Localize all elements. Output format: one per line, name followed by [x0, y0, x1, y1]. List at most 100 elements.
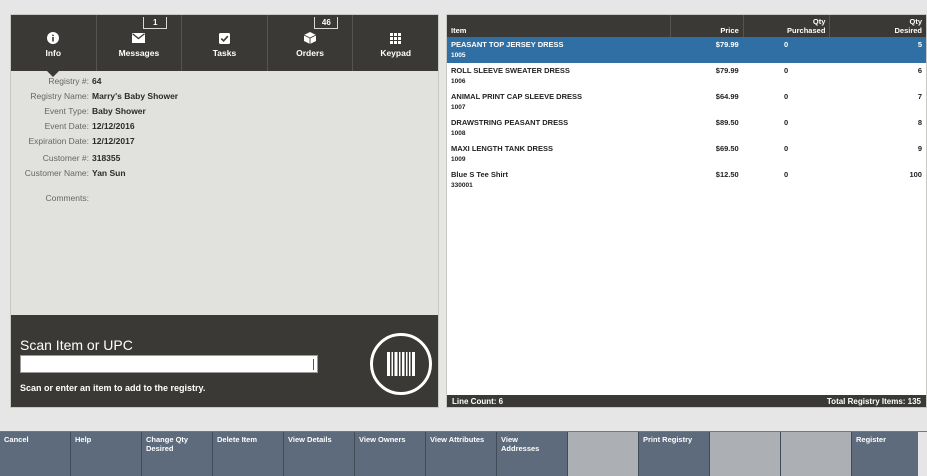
item-qty-purchased: 0 [783, 118, 789, 127]
item-qty-desired: 9 [917, 144, 922, 153]
help-button[interactable]: Help [71, 432, 142, 476]
item-price: $69.50 [715, 144, 739, 153]
table-row[interactable]: DRAWSTRING PEASANT DRESS 1008 $89.50 0 8 [447, 115, 926, 141]
registry-items-panel: Item Price Qty Purchased Qty Desired PEA… [446, 14, 927, 408]
view-details-button[interactable]: View Details [284, 432, 355, 476]
event-date-label: Event Date: [44, 121, 89, 131]
item-qty-purchased: 0 [783, 144, 789, 153]
item-sku: 330001 [451, 182, 473, 189]
customer-number-row: Customer #: 318355 [11, 153, 121, 163]
table-row[interactable]: ANIMAL PRINT CAP SLEEVE DRESS 1007 $64.99… [447, 89, 926, 115]
empty-button-slot[interactable] [710, 432, 781, 476]
table-row[interactable]: MAXI LENGTH TANK DRESS 1009 $69.50 0 9 [447, 141, 926, 167]
col-item-header[interactable]: Item [447, 15, 670, 37]
item-price: $79.99 [715, 66, 739, 75]
item-sku: 1008 [451, 130, 466, 137]
tab-orders-label: Orders [296, 48, 325, 58]
tab-keypad-label: Keypad [380, 48, 412, 58]
customer-name-row: Customer Name: Yan Sun [11, 168, 126, 178]
total-registry-items: Total Registry Items: 135 [826, 396, 921, 406]
orders-count-badge: 46 [314, 17, 339, 29]
event-date-value: 12/12/2016 [92, 121, 135, 131]
empty-button-slot[interactable] [781, 432, 852, 476]
item-sku: 1006 [451, 78, 466, 85]
event-type-row: Event Type: Baby Shower [11, 106, 146, 116]
view-addresses-line1: View [501, 435, 518, 444]
checkbox-icon [182, 31, 267, 45]
item-qty-desired: 7 [917, 92, 922, 101]
messages-count-badge: 1 [143, 17, 168, 29]
qty-desired-header-line1: Qty [909, 17, 923, 26]
registry-name-value: Marry's Baby Shower [92, 91, 179, 101]
tab-info-label: Info [45, 48, 62, 58]
empty-button-slot[interactable] [568, 432, 639, 476]
item-qty-purchased: 0 [783, 40, 789, 49]
view-addresses-button[interactable]: View Addresses [497, 432, 568, 476]
registry-name-row: Registry Name: Marry's Baby Shower [11, 91, 178, 101]
scan-item-input[interactable] [20, 355, 318, 373]
col-qty-purchased-header[interactable]: Qty Purchased [742, 15, 830, 37]
item-name: Blue S Tee Shirt [451, 170, 508, 179]
item-sku: 1005 [451, 52, 466, 59]
barcode-scan-icon[interactable] [370, 333, 432, 395]
tab-orders[interactable]: 46 Orders [266, 15, 353, 71]
item-qty-desired: 100 [909, 170, 922, 179]
box-icon [268, 31, 353, 45]
keypad-icon [353, 31, 438, 45]
view-addresses-line2: Addresses [501, 444, 540, 453]
customer-number-label: Customer #: [42, 153, 89, 163]
change-qty-desired-button[interactable]: Change Qty Desired [142, 432, 213, 476]
tab-bar: Info 1 Messages Tasks 46 Orders Keypad [11, 15, 438, 77]
tab-messages[interactable]: 1 Messages [95, 15, 182, 71]
item-qty-purchased: 0 [783, 170, 789, 179]
item-price: $12.50 [715, 170, 739, 179]
envelope-icon [97, 31, 182, 45]
table-row[interactable]: PEASANT TOP JERSEY DRESS 1005 $79.99 0 5 [447, 37, 926, 63]
col-qty-desired-header[interactable]: Qty Desired [829, 15, 926, 37]
registry-number-row: Registry #: 64 [11, 76, 101, 86]
table-row[interactable]: Blue S Tee Shirt 330001 $12.50 0 100 [447, 167, 926, 193]
item-name: ANIMAL PRINT CAP SLEEVE DRESS [451, 92, 582, 101]
item-sku: 1009 [451, 156, 466, 163]
tab-info[interactable]: Info [11, 15, 96, 77]
scan-item-section: Scan Item or UPC Scan or enter an item t… [11, 315, 438, 407]
item-qty-desired: 8 [917, 118, 922, 127]
item-price: $79.99 [715, 40, 739, 49]
item-price: $89.50 [715, 118, 739, 127]
view-owners-button[interactable]: View Owners [355, 432, 426, 476]
tab-keypad[interactable]: Keypad [352, 15, 438, 71]
item-qty-desired: 6 [917, 66, 922, 75]
tab-tasks-label: Tasks [212, 48, 237, 58]
event-type-value: Baby Shower [92, 106, 146, 116]
event-type-label: Event Type: [44, 106, 89, 116]
register-button[interactable]: Register [852, 432, 918, 476]
customer-name-value: Yan Sun [92, 168, 126, 178]
items-table-header: Item Price Qty Purchased Qty Desired [447, 15, 926, 37]
comments-row: Comments: [11, 193, 89, 203]
col-price-header[interactable]: Price [670, 15, 743, 37]
item-name: ROLL SLEEVE SWEATER DRESS [451, 66, 570, 75]
cancel-button[interactable]: Cancel [0, 432, 71, 476]
table-row[interactable]: ROLL SLEEVE SWEATER DRESS 1006 $79.99 0 6 [447, 63, 926, 89]
tab-messages-label: Messages [118, 48, 160, 58]
item-qty-desired: 5 [917, 40, 922, 49]
item-qty-purchased: 0 [783, 92, 789, 101]
delete-item-button[interactable]: Delete Item [213, 432, 284, 476]
expiration-date-label: Expiration Date: [28, 136, 89, 146]
view-attributes-button[interactable]: View Attributes [426, 432, 497, 476]
tab-tasks[interactable]: Tasks [181, 15, 267, 71]
expiration-date-row: Expiration Date: 12/12/2017 [11, 136, 135, 146]
registry-number-value: 64 [92, 76, 102, 86]
qty-purchased-header-line2: Purchased [787, 26, 826, 35]
change-qty-line2: Desired [146, 444, 174, 453]
registry-info-panel: Info 1 Messages Tasks 46 Orders Keypad R… [10, 14, 439, 408]
action-button-bar: Cancel Help Change Qty Desired Delete It… [0, 431, 927, 476]
qty-purchased-header-line1: Qty [812, 17, 826, 26]
item-price: $64.99 [715, 92, 739, 101]
comments-label: Comments: [45, 193, 89, 203]
item-name: PEASANT TOP JERSEY DRESS [451, 40, 564, 49]
item-name: DRAWSTRING PEASANT DRESS [451, 118, 569, 127]
change-qty-line1: Change Qty [146, 435, 189, 444]
print-registry-button[interactable]: Print Registry [639, 432, 710, 476]
expiration-date-value: 12/12/2017 [92, 136, 135, 146]
